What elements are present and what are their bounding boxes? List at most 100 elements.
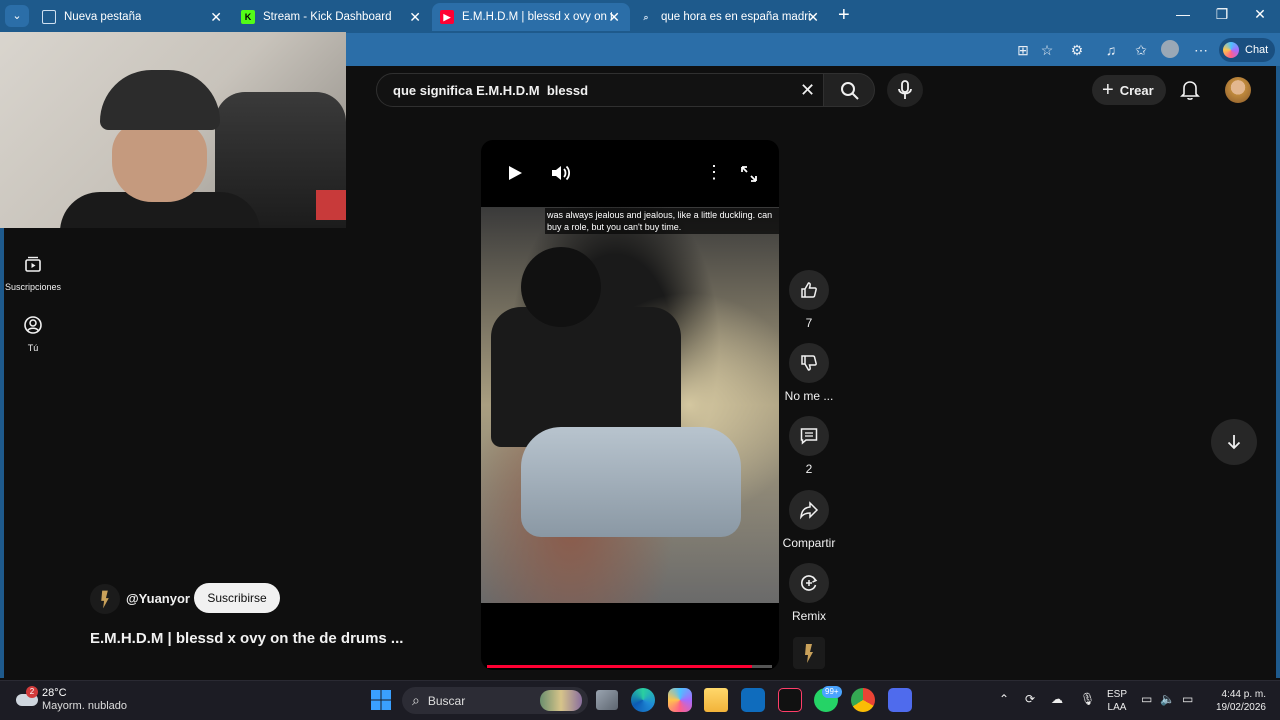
tiktok-icon[interactable]: [778, 688, 802, 712]
tab-new-tab[interactable]: Nueva pestaña ✕: [34, 3, 232, 31]
like-button[interactable]: 7: [782, 270, 836, 330]
volume-icon[interactable]: 🔈: [1160, 692, 1175, 706]
chat-label: Chat: [1245, 44, 1269, 56]
tab-youtube-video[interactable]: ▶ E.M.H.D.M | blessd x ovy on the de ✕: [432, 3, 630, 31]
channel-name[interactable]: @Yuanyor: [126, 591, 190, 606]
kick-icon: K: [241, 10, 255, 24]
remix-button[interactable]: Remix: [782, 563, 836, 623]
video-person-jeans: [521, 427, 741, 537]
more-icon[interactable]: ⋯: [1191, 40, 1211, 60]
outlook-icon[interactable]: [741, 688, 765, 712]
sidebar-item-subscriptions[interactable]: Suscripciones: [4, 254, 62, 292]
copilot-icon: [1223, 42, 1239, 58]
search-input[interactable]: que significa E.M.H.D.M blessd: [376, 73, 824, 107]
search-button[interactable]: [823, 73, 875, 107]
streamer-face: [112, 122, 207, 202]
audio-source-thumbnail[interactable]: [793, 637, 825, 669]
play-icon[interactable]: [506, 164, 524, 182]
you-icon: [24, 316, 42, 334]
clear-search-icon[interactable]: ✕: [800, 80, 815, 101]
app-available-icon[interactable]: ⊞: [1013, 40, 1033, 60]
taskbar-search-label: Buscar: [427, 693, 466, 708]
close-tab-icon[interactable]: ✕: [807, 9, 819, 26]
favorites-icon[interactable]: ✩: [1131, 40, 1151, 60]
tab-bing-search[interactable]: ⌕ que hora es en españa madrid - B ✕: [631, 3, 829, 31]
search-icon: [841, 82, 859, 100]
create-label: Crear: [1119, 82, 1154, 98]
remix-label: Remix: [791, 609, 826, 623]
dislike-button[interactable]: No me ...: [782, 343, 836, 403]
copilot-chat-button[interactable]: Chat: [1219, 38, 1275, 62]
like-count: 7: [805, 316, 813, 330]
share-button[interactable]: Compartir: [782, 490, 836, 550]
video-title[interactable]: E.M.H.D.M | blessd x ovy on the de drums…: [90, 630, 403, 647]
video-frame[interactable]: [481, 207, 779, 603]
caption-line: was always jealous and jealous, like a l…: [547, 210, 773, 220]
remix-icon: [801, 575, 818, 591]
account-avatar[interactable]: [1225, 77, 1251, 103]
channel-avatar[interactable]: [90, 584, 120, 614]
extensions-icon[interactable]: ⚙: [1067, 40, 1087, 60]
dislike-label: No me ...: [784, 389, 834, 403]
favorite-star-icon[interactable]: ☆: [1037, 40, 1057, 60]
network-icon[interactable]: ▭: [1141, 692, 1152, 706]
new-tab-button[interactable]: +: [838, 4, 850, 27]
file-explorer-icon[interactable]: [704, 688, 728, 712]
profile-icon[interactable]: [1160, 40, 1180, 60]
webcam-overlay: [0, 32, 346, 228]
tab-kick-dashboard[interactable]: K Stream - Kick Dashboard ✕: [233, 3, 431, 31]
taskbar-search[interactable]: ⌕ Buscar: [402, 687, 588, 714]
language-indicator[interactable]: ESP LAA: [1107, 688, 1127, 714]
close-tab-icon[interactable]: ✕: [210, 9, 222, 26]
volume-icon[interactable]: [550, 163, 572, 183]
share-label: Compartir: [782, 536, 836, 550]
sidebar-item-you[interactable]: Tú: [4, 315, 62, 353]
video-person-body: [491, 307, 681, 447]
microphone-icon[interactable]: 🎙: [1080, 692, 1095, 706]
microphone-icon: [898, 80, 912, 99]
voice-search-button[interactable]: [887, 73, 923, 107]
clock[interactable]: 4:44 p. m. 19/02/2026: [1208, 688, 1266, 714]
clock-date: 19/02/2026: [1215, 702, 1266, 713]
tab-actions-button[interactable]: ⌄: [5, 5, 29, 27]
media-icon[interactable]: ♫: [1101, 40, 1121, 60]
language-code: ESP: [1107, 689, 1128, 700]
comments-button[interactable]: 2: [782, 416, 836, 476]
subscribe-button[interactable]: Suscribirse: [194, 583, 280, 613]
app-icon[interactable]: [888, 688, 912, 712]
search-icon: ⌕: [643, 11, 649, 22]
weather-widget[interactable]: 2 28°C Mayorm. nublado: [14, 686, 134, 716]
chrome-icon[interactable]: [851, 688, 875, 712]
weather-badge: 2: [26, 686, 38, 698]
show-hidden-icons[interactable]: ⌃: [999, 692, 1009, 706]
next-video-button[interactable]: [1211, 419, 1257, 465]
channel-logo-icon: [101, 590, 109, 609]
share-icon: [800, 501, 819, 520]
search-highlight-image: [540, 690, 582, 711]
more-options-icon[interactable]: ⋮: [705, 162, 723, 183]
notifications-bell-icon[interactable]: [1180, 79, 1200, 101]
close-tab-icon[interactable]: ✕: [409, 9, 421, 26]
shorts-player[interactable]: ⋮ was always jealous and jealous, like a…: [481, 140, 779, 670]
onedrive-icon[interactable]: ☁: [1051, 692, 1063, 706]
edge-icon[interactable]: [631, 688, 655, 712]
arrow-down-icon: [1227, 435, 1241, 450]
fullscreen-icon[interactable]: [740, 165, 758, 183]
video-caption: was always jealous and jealous, like a l…: [545, 208, 779, 234]
create-button[interactable]: + Crear: [1092, 75, 1166, 105]
task-view-icon[interactable]: [596, 690, 618, 710]
clock-time: 4:44 p. m.: [1221, 689, 1266, 700]
thumbs-down-icon: [801, 355, 817, 371]
battery-icon[interactable]: ▭: [1182, 692, 1193, 706]
close-tab-icon[interactable]: ✕: [608, 9, 620, 26]
sidebar-item-label: Tú: [27, 343, 39, 353]
sync-icon[interactable]: ⟳: [1025, 692, 1035, 706]
restore-icon[interactable]: ❐: [1207, 6, 1237, 23]
minimize-icon[interactable]: —: [1168, 6, 1198, 22]
close-window-icon[interactable]: ✕: [1245, 6, 1275, 23]
search-value: que significa E.M.H.D.M blessd: [393, 82, 589, 98]
streamer-cap: [100, 70, 220, 130]
copilot-icon[interactable]: [668, 688, 692, 712]
caption-line: buy a role, but you can't buy time.: [547, 222, 682, 232]
windows-start-icon[interactable]: [370, 689, 392, 711]
